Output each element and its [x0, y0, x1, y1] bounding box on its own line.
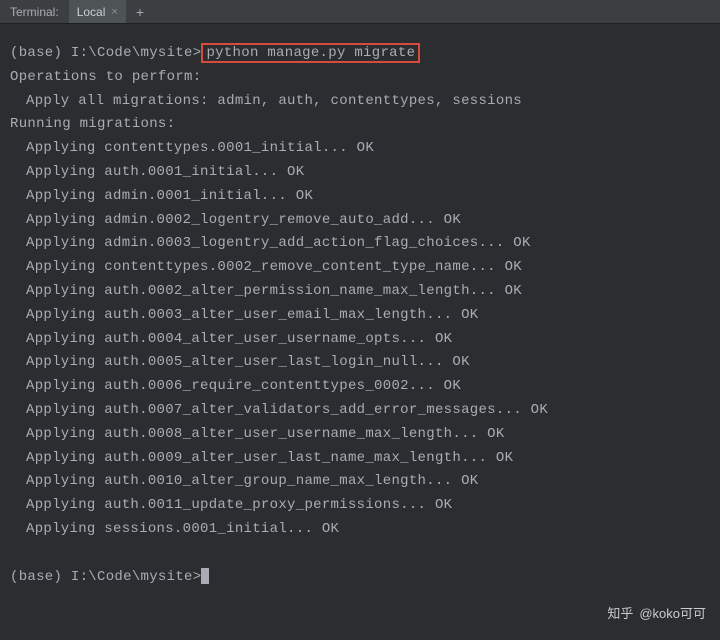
- output-line: Applying auth.0005_alter_user_last_login…: [10, 351, 710, 375]
- output-line: Applying admin.0001_initial... OK: [10, 185, 710, 209]
- terminal-output[interactable]: (base) I:\Code\mysite>python manage.py m…: [0, 24, 720, 599]
- prompt-line: (base) I:\Code\mysite>python manage.py m…: [10, 42, 710, 66]
- terminal-title: Terminal:: [0, 2, 69, 22]
- output-line: Applying auth.0009_alter_user_last_name_…: [10, 447, 710, 471]
- output-line: Applying auth.0003_alter_user_email_max_…: [10, 304, 710, 328]
- output-line: Applying contenttypes.0002_remove_conten…: [10, 256, 710, 280]
- close-icon[interactable]: ×: [111, 6, 117, 18]
- output-line: Applying auth.0002_alter_permission_name…: [10, 280, 710, 304]
- tab-local[interactable]: Local ×: [69, 0, 126, 23]
- prompt-line-active[interactable]: (base) I:\Code\mysite>: [10, 566, 710, 590]
- output-line: Applying auth.0010_alter_group_name_max_…: [10, 470, 710, 494]
- output-line: Applying contenttypes.0001_initial... OK: [10, 137, 710, 161]
- output-line: Applying admin.0002_logentry_remove_auto…: [10, 209, 710, 233]
- highlighted-command: python manage.py migrate: [201, 43, 420, 63]
- watermark-handle: @koko可可: [639, 603, 706, 622]
- output-line: Applying auth.0008_alter_user_username_m…: [10, 423, 710, 447]
- output-line: Applying sessions.0001_initial... OK: [10, 518, 710, 542]
- output-line: Operations to perform:: [10, 66, 710, 90]
- watermark: 知乎 @koko可可: [607, 603, 706, 622]
- add-tab-button[interactable]: +: [126, 4, 154, 20]
- output-line: Applying auth.0007_alter_validators_add_…: [10, 399, 710, 423]
- zhihu-brand: 知乎: [607, 603, 633, 622]
- terminal-tab-bar: Terminal: Local × +: [0, 0, 720, 24]
- output-line: Applying auth.0006_require_contenttypes_…: [10, 375, 710, 399]
- output-line: Apply all migrations: admin, auth, conte…: [10, 90, 710, 114]
- output-line: Applying admin.0003_logentry_add_action_…: [10, 232, 710, 256]
- output-line: Applying auth.0001_initial... OK: [10, 161, 710, 185]
- output-line: Applying auth.0011_update_proxy_permissi…: [10, 494, 710, 518]
- output-line: Applying auth.0004_alter_user_username_o…: [10, 328, 710, 352]
- tab-name: Local: [77, 5, 106, 19]
- prompt: (base) I:\Code\mysite>: [10, 45, 201, 61]
- output-line: [10, 542, 710, 566]
- cursor-icon: [201, 568, 209, 584]
- output-line: Running migrations:: [10, 113, 710, 137]
- prompt: (base) I:\Code\mysite>: [10, 569, 201, 585]
